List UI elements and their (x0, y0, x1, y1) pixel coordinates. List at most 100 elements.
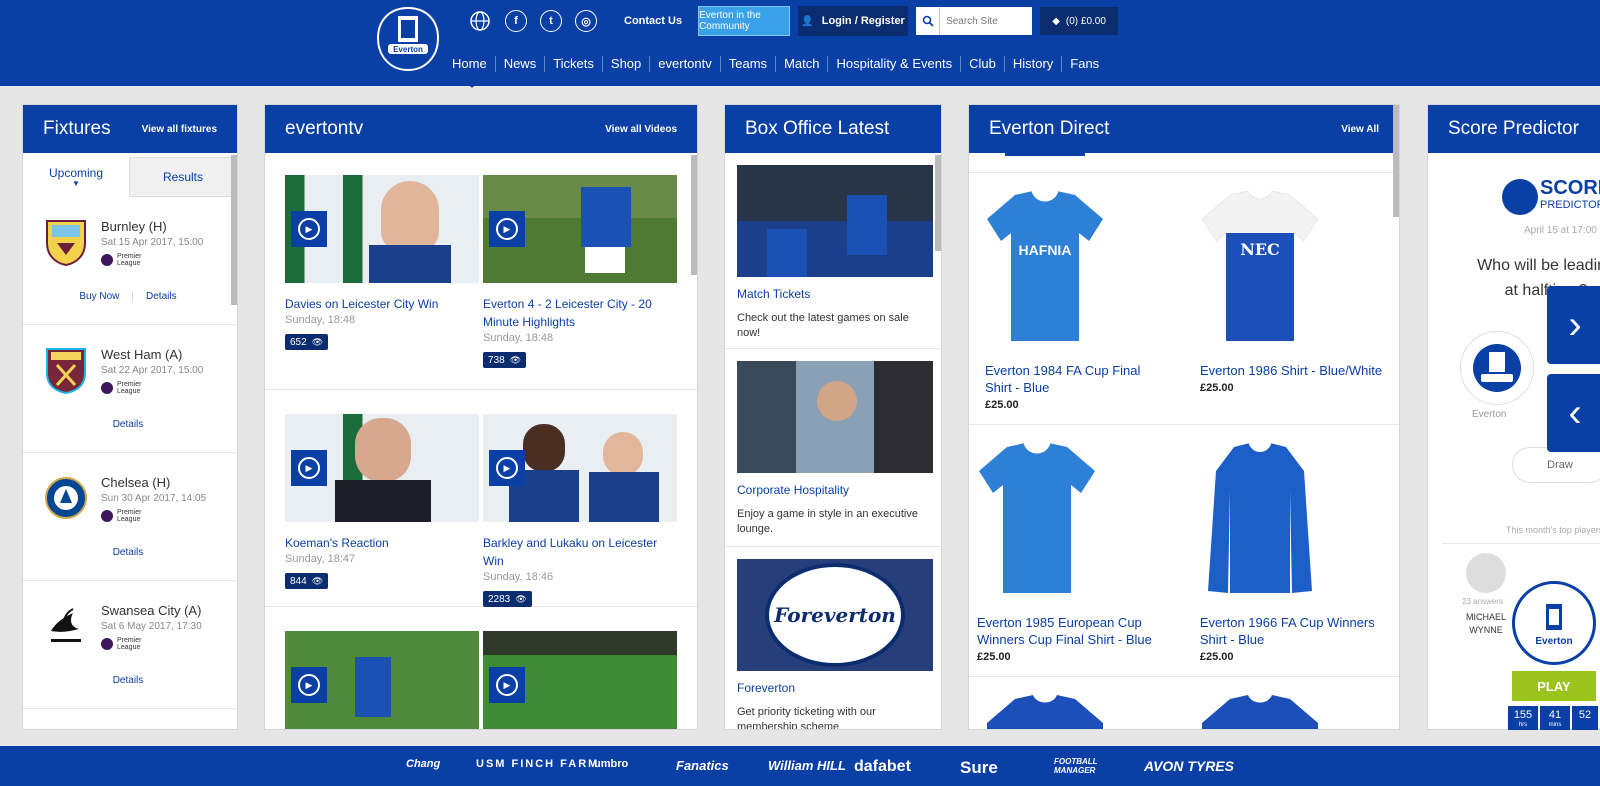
product-card[interactable]: Everton 1966 FA Cup Winners Shirt - Blue… (1184, 425, 1399, 676)
match-tickets-image[interactable] (737, 165, 933, 277)
twitter-icon[interactable]: t (540, 10, 562, 32)
view-all-videos-link[interactable]: View all Videos (605, 124, 677, 135)
box-office-item[interactable]: Foreverton Foreverton Get priority ticke… (725, 547, 941, 729)
contact-us-link[interactable]: Contact Us (624, 15, 682, 27)
details-link[interactable]: Details (146, 291, 177, 302)
video-title[interactable]: Koeman's Reaction (285, 534, 479, 552)
nav-home[interactable]: Home (444, 56, 496, 72)
tab-upcoming[interactable]: Upcoming ▼ (23, 157, 129, 197)
play-button[interactable]: PLAY (1512, 671, 1596, 701)
shirt-1985-image[interactable] (977, 441, 1097, 595)
nav-match[interactable]: Match (776, 56, 829, 72)
facebook-icon[interactable]: f (505, 10, 527, 32)
product-name[interactable]: Everton 1986 Shirt - Blue/White (1200, 362, 1383, 379)
basket-button[interactable]: ◆ (0) £0.00 (1040, 7, 1119, 35)
sponsor-football-manager-logo[interactable]: FOOTBALL MANAGER (1054, 757, 1114, 775)
fixtures-scrollbar[interactable] (231, 155, 237, 305)
community-button[interactable]: Everton in the Community (698, 6, 791, 36)
evertontv-scrollbar[interactable] (691, 155, 697, 275)
nav-shop[interactable]: Shop (603, 56, 651, 72)
video-title[interactable]: Everton 4 - 2 Leicester City - 20 Minute… (483, 295, 677, 331)
product-name[interactable]: Everton 1966 FA Cup Winners Shirt - Blue (1200, 614, 1383, 648)
nav-fans[interactable]: Fans (1062, 56, 1107, 72)
play-button[interactable]: ▶ (489, 667, 525, 703)
nav-teams[interactable]: Teams (721, 56, 777, 72)
predict-everton-button[interactable] (1460, 331, 1534, 405)
nav-evertontv[interactable]: evertontv (650, 56, 721, 72)
play-button[interactable]: ▶ (489, 450, 525, 486)
box-office-item-title[interactable]: Foreverton (737, 681, 929, 695)
shirt-1984-image[interactable]: HAFNIA (985, 189, 1105, 343)
shirt-partial-image[interactable] (1200, 693, 1320, 730)
view-all-fixtures-link[interactable]: View all fixtures (142, 124, 217, 135)
search-icon[interactable] (916, 7, 941, 35)
box-office-item[interactable]: Match Tickets Check out the latest games… (725, 153, 941, 349)
product-card[interactable] (1184, 677, 1399, 730)
video-card[interactable]: ▶ Koeman's Reaction Sunday, 18:47 844 👁 (285, 414, 479, 606)
video-card[interactable]: ▶ Everton 4 - 2 Leicester City - 20 Minu… (483, 175, 677, 389)
view-all-products-link[interactable]: View All (1341, 124, 1379, 135)
play-button[interactable]: ▶ (291, 211, 327, 247)
next-arrow-button[interactable]: › (1547, 286, 1600, 364)
video-thumbnail[interactable]: ▶ (483, 414, 677, 522)
video-card[interactable]: ▶ (483, 631, 677, 729)
video-thumbnail[interactable]: ▶ (285, 631, 479, 729)
play-button[interactable]: ▶ (291, 667, 327, 703)
nav-history[interactable]: History (1005, 56, 1063, 72)
direct-scrollbar[interactable] (1393, 105, 1399, 217)
buy-now-link[interactable]: Buy Now (79, 291, 119, 302)
nav-club[interactable]: Club (961, 56, 1005, 72)
details-link[interactable]: Details (113, 419, 144, 430)
video-thumbnail[interactable]: ▶ (483, 175, 677, 283)
details-link[interactable]: Details (113, 547, 144, 558)
video-thumbnail[interactable]: ▶ (285, 175, 479, 283)
product-name[interactable]: Everton 1984 FA Cup Final Shirt - Blue (985, 362, 1168, 396)
product-card[interactable]: NEC Everton 1986 Shirt - Blue/White £25.… (1184, 173, 1399, 424)
product-card[interactable]: Everton 1985 European Cup Winners Cup Fi… (969, 425, 1184, 676)
login-register-button[interactable]: 👤 Login / Register (798, 6, 909, 36)
prev-arrow-button[interactable]: ‹ (1547, 374, 1600, 452)
sponsor-finch-farm-logo[interactable]: USM FINCH FARM (476, 758, 599, 770)
nav-hospitality[interactable]: Hospitality & Events (828, 56, 962, 72)
video-thumbnail[interactable]: ▶ (483, 631, 677, 729)
corporate-hospitality-image[interactable] (737, 361, 933, 473)
predict-draw-button[interactable]: Draw (1512, 447, 1600, 483)
sponsor-umbro-logo[interactable]: umbro (594, 758, 628, 770)
box-office-item-title[interactable]: Corporate Hospitality (737, 483, 929, 497)
video-card[interactable]: ▶ Davies on Leicester City Win Sunday, 1… (285, 175, 479, 389)
sponsor-chang-logo[interactable]: Chang (406, 758, 440, 770)
play-icon: ▶ (298, 218, 320, 240)
shirt-1966-image[interactable] (1200, 441, 1320, 595)
box-office-item-title[interactable]: Match Tickets (737, 287, 929, 301)
sponsor-dafabet-logo[interactable]: dafabet (854, 758, 911, 776)
tab-results[interactable]: Results (129, 157, 237, 197)
sponsor-william-hill-logo[interactable]: William HILL (768, 758, 846, 773)
play-button[interactable]: ▶ (291, 450, 327, 486)
globe-icon[interactable] (468, 9, 492, 33)
video-card[interactable]: ▶ Barkley and Lukaku on Leicester Win Su… (483, 414, 677, 607)
nav-tickets[interactable]: Tickets (545, 56, 603, 72)
box-office-item[interactable]: Corporate Hospitality Enjoy a game in st… (725, 349, 941, 547)
everton-crest-logo[interactable]: Everton (376, 6, 440, 72)
shirt-partial-image[interactable] (985, 693, 1105, 730)
foreverton-image[interactable]: Foreverton (737, 559, 933, 671)
video-title[interactable]: Barkley and Lukaku on Leicester Win (483, 534, 677, 570)
fixture-opponent: Burnley (H) (101, 219, 167, 234)
search-input[interactable] (940, 7, 1033, 35)
sponsor-sure-logo[interactable]: Sure (960, 758, 998, 778)
box-office-scrollbar[interactable] (935, 155, 941, 251)
video-card[interactable]: ▶ (285, 631, 479, 729)
details-link[interactable]: Details (113, 675, 144, 686)
instagram-icon[interactable]: ◎ (575, 10, 597, 32)
product-card[interactable] (969, 677, 1184, 730)
play-crest-badge[interactable]: Everton (1512, 581, 1596, 665)
product-card[interactable]: HAFNIA Everton 1984 FA Cup Final Shirt -… (969, 173, 1184, 424)
product-name[interactable]: Everton 1985 European Cup Winners Cup Fi… (977, 614, 1168, 648)
shirt-1986-image[interactable]: NEC (1200, 189, 1320, 343)
video-title[interactable]: Davies on Leicester City Win (285, 295, 479, 313)
sponsor-avon-logo[interactable]: AVON TYRES (1144, 758, 1234, 774)
sponsor-fanatics-logo[interactable]: Fanatics (676, 758, 729, 773)
play-button[interactable]: ▶ (489, 211, 525, 247)
video-thumbnail[interactable]: ▶ (285, 414, 479, 522)
nav-news[interactable]: News (496, 56, 546, 72)
